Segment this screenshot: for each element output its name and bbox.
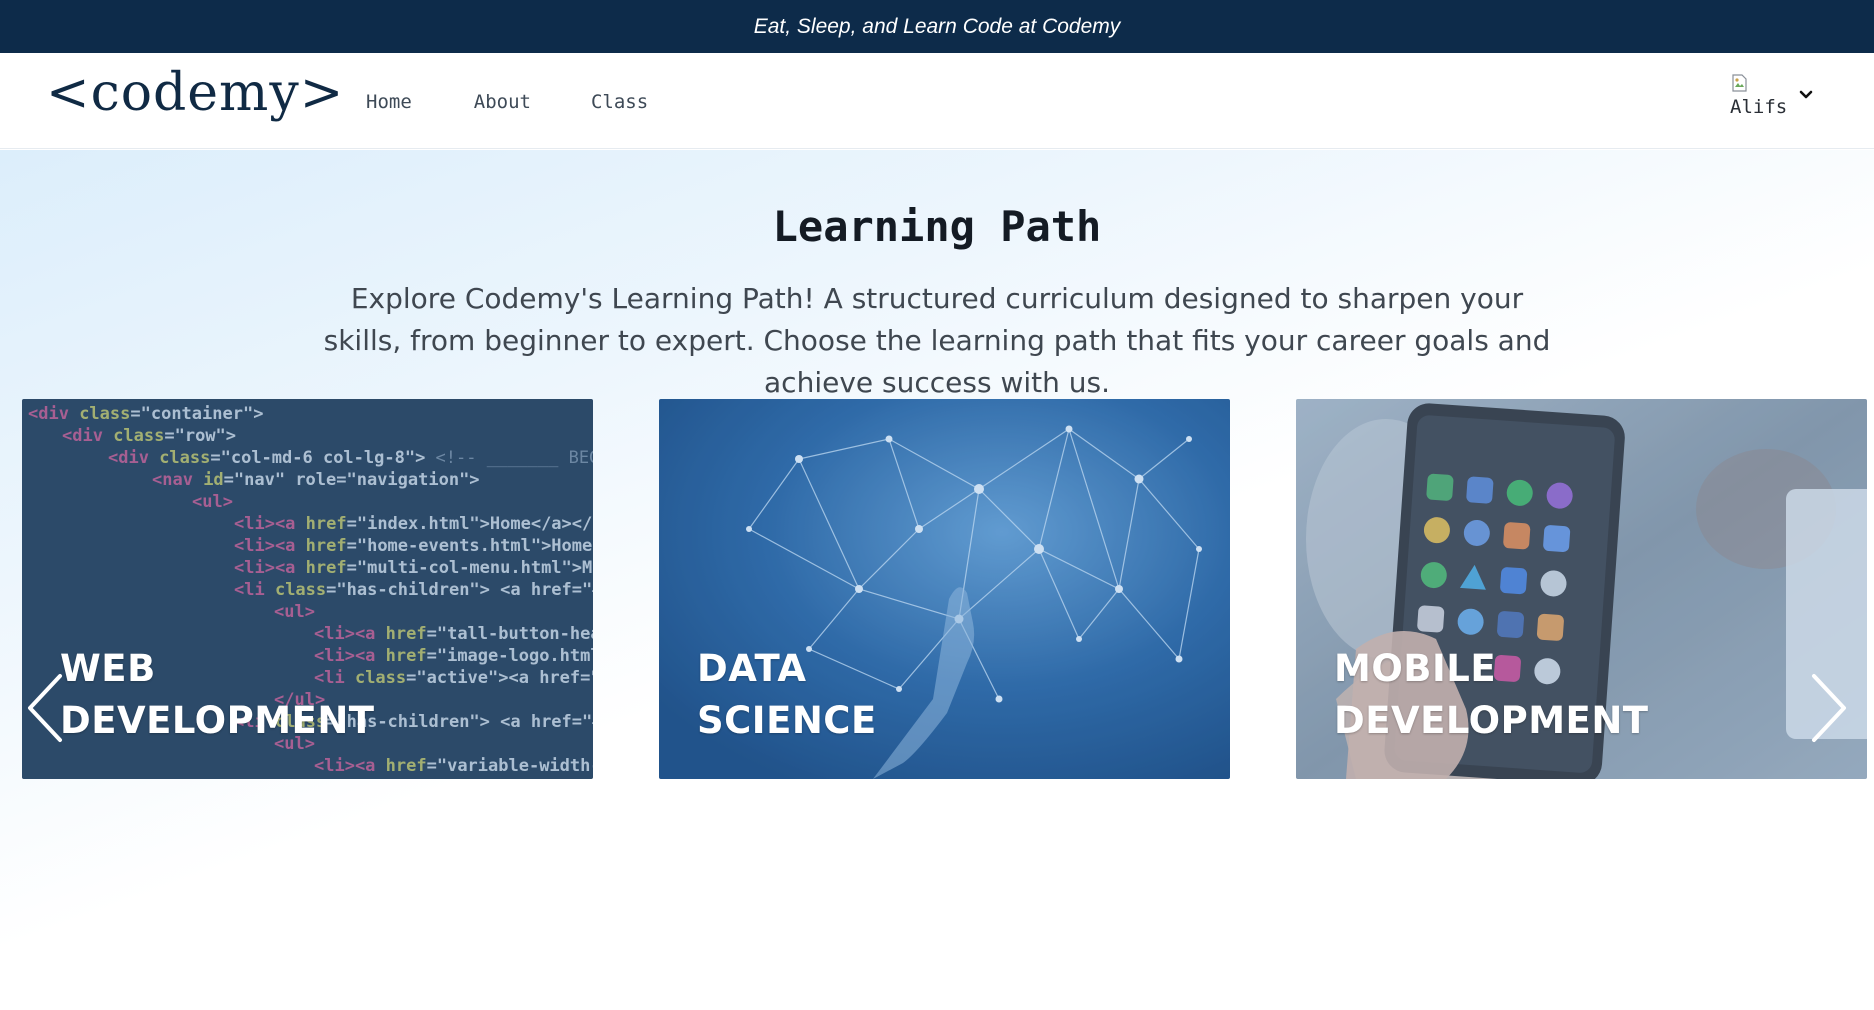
- announcement-bar: Eat, Sleep, and Learn Code at Codemy: [0, 0, 1874, 53]
- carousel-prev-button[interactable]: [24, 672, 68, 744]
- card-title: MOBILE DEVELOPMENT: [1334, 647, 1649, 742]
- card-title: DATA SCIENCE: [697, 647, 877, 742]
- card-mobile-development[interactable]: MOBILE DEVELOPMENT: [1296, 399, 1867, 779]
- nav-class[interactable]: Class: [591, 91, 648, 113]
- navbar: <codemy> Home About Class Alifs: [0, 53, 1874, 149]
- chevron-down-icon[interactable]: [1798, 89, 1814, 101]
- hero-description: Explore Codemy's Learning Path! A struct…: [323, 282, 1551, 399]
- nav-home[interactable]: Home: [366, 91, 412, 113]
- user-menu[interactable]: Alifs: [1728, 73, 1824, 129]
- card-data-science[interactable]: DATA SCIENCE: [659, 399, 1230, 779]
- carousel-next-button[interactable]: [1806, 672, 1850, 744]
- page-title: Learning Path: [772, 202, 1102, 251]
- brand-logo[interactable]: <codemy>: [46, 63, 344, 123]
- learning-path-carousel: <div class="container"> <div class="row"…: [22, 399, 1867, 779]
- nav-links: Home About Class: [366, 91, 710, 113]
- nav-about[interactable]: About: [474, 91, 531, 113]
- card-title: WEB DEVELOPMENT: [60, 647, 375, 742]
- broken-image-icon: [1732, 74, 1747, 92]
- announcement-text: Eat, Sleep, and Learn Code at Codemy: [753, 14, 1121, 38]
- card-web-development[interactable]: <div class="container"> <div class="row"…: [22, 399, 593, 779]
- avatar[interactable]: Alifs: [1728, 73, 1790, 129]
- avatar-alt-text: Alifs: [1730, 96, 1788, 118]
